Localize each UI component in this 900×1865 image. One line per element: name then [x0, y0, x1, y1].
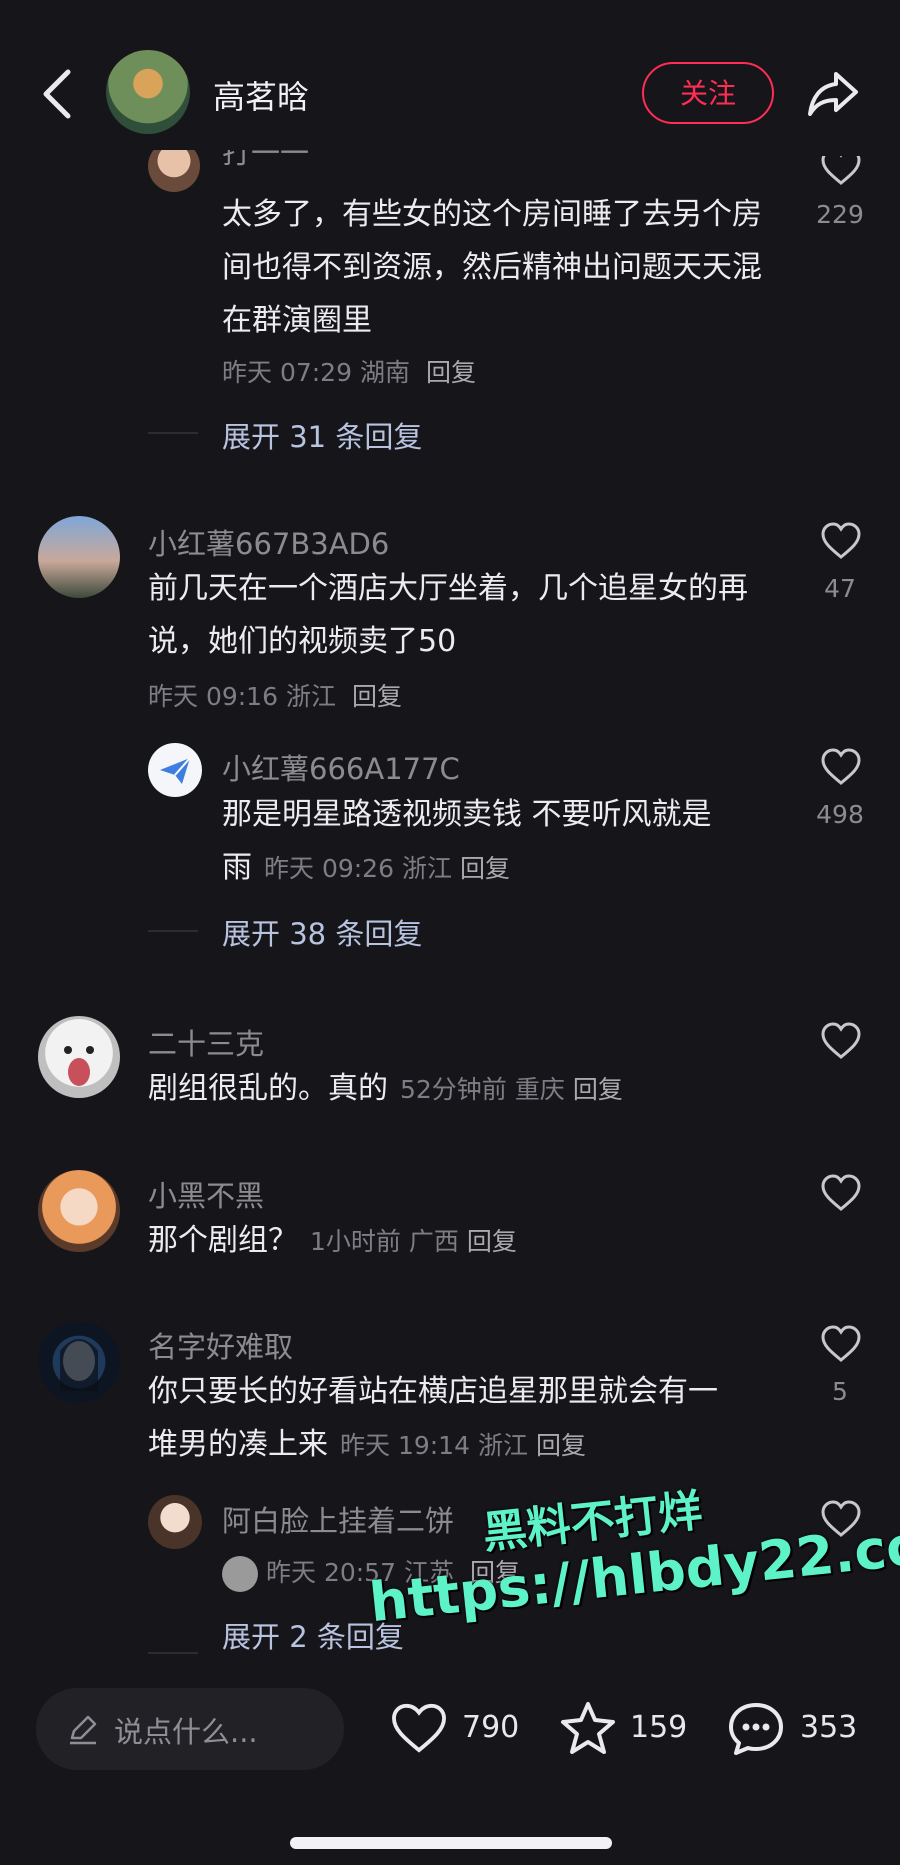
reply-button[interactable]: 回复	[460, 854, 510, 883]
heart-icon[interactable]	[820, 1022, 862, 1060]
like-count: 498	[816, 800, 864, 829]
expand-replies[interactable]: 展开 38 条回复	[222, 911, 422, 953]
comment-location: 广西	[408, 1227, 459, 1256]
comment-action[interactable]: 353	[726, 1688, 876, 1770]
comment-time: 1小时前	[310, 1227, 401, 1256]
heart-icon	[392, 1703, 446, 1753]
comment-username[interactable]: 名字好难取	[148, 1324, 293, 1366]
avatar[interactable]	[38, 1170, 120, 1252]
input-placeholder: 说点什么...	[114, 1715, 258, 1749]
sticker-icon	[222, 1556, 258, 1592]
comment-text-line-2: 堆男的凑上来 昨天 19:14 浙江 回复	[148, 1418, 788, 1472]
reply-button[interactable]: 回复	[467, 1227, 517, 1256]
reply-button[interactable]: 回复	[573, 1075, 623, 1104]
divider	[148, 930, 198, 932]
tongue-icon	[64, 1046, 94, 1086]
comment-input[interactable]: 说点什么...	[36, 1688, 344, 1770]
reply-button[interactable]: 回复	[536, 1431, 586, 1460]
comment-meta: 昨天 19:14 浙江 回复	[340, 1431, 594, 1460]
top-nav: 高茗晗 关注	[0, 0, 900, 150]
author-name[interactable]: 高茗晗	[213, 72, 309, 118]
comment-time: 昨天 19:14	[340, 1431, 470, 1460]
star-icon	[561, 1702, 615, 1754]
comment-text[interactable]: 太多了，有些女的这个房间睡了去另个房间也得不到资源，然后精神出问题天天混在群演圈…	[222, 188, 762, 347]
like-total: 790	[462, 1710, 520, 1745]
comment-location: 浙江	[402, 854, 453, 883]
comment-location: 浙江	[478, 1431, 529, 1460]
avatar[interactable]	[38, 1016, 120, 1098]
comment-text[interactable]: 前几天在一个酒店大厅坐着，几个追星女的再说，她们的视频卖了50	[148, 562, 778, 668]
comment-text[interactable]: 那个剧组？ 1小时前 广西 回复	[148, 1214, 788, 1268]
avatar[interactable]	[38, 1321, 120, 1403]
comment-meta: 昨天 09:26 浙江 回复	[264, 854, 518, 883]
heart-icon[interactable]	[820, 1174, 862, 1212]
share-icon[interactable]	[806, 68, 860, 118]
avatar[interactable]	[38, 516, 120, 598]
comment-username[interactable]: 小红薯666A177C	[222, 746, 460, 788]
divider	[148, 432, 198, 434]
comment-text-tail: 堆男的凑上来	[148, 1427, 328, 1462]
back-arrow-icon[interactable]	[38, 66, 78, 122]
comment-text-tail: 雨	[222, 850, 252, 885]
follow-button[interactable]: 关注	[642, 62, 774, 124]
like-action[interactable]: 790	[390, 1688, 530, 1770]
heart-icon[interactable]	[820, 748, 862, 786]
comment-text-body: 剧组很乱的。真的	[148, 1071, 388, 1106]
comment-text-line-2: 雨昨天 09:26 浙江 回复	[222, 841, 782, 895]
comment-meta: 52分钟前 重庆 回复	[400, 1075, 631, 1104]
comment-text[interactable]: 你只要长的好看站在横店追星那里就会有一 堆男的凑上来 昨天 19:14 浙江 回复	[148, 1365, 788, 1472]
comment-text-body: 那个剧组？	[148, 1223, 298, 1258]
expand-replies[interactable]: 展开 31 条回复	[222, 414, 422, 456]
pen-icon	[70, 1715, 97, 1745]
heart-icon[interactable]	[820, 148, 862, 186]
comment-time: 昨天 09:16	[148, 682, 278, 711]
heart-icon[interactable]	[820, 522, 862, 560]
comment-bubble-icon	[729, 1703, 783, 1755]
comment-text-line: 你只要长的好看站在横店追星那里就会有一	[148, 1374, 718, 1409]
comment-text[interactable]: 那是明星路透视频卖钱 不要听风就是 雨昨天 09:26 浙江 回复	[222, 788, 782, 895]
like-count: 5	[832, 1377, 848, 1406]
divider	[148, 1652, 198, 1654]
comment-meta: 昨天 07:29 湖南 回复	[222, 353, 484, 389]
comment-text-line: 那是明星路透视频卖钱 不要听风就是	[222, 797, 712, 832]
star-total: 159	[630, 1710, 688, 1745]
paper-plane-icon	[160, 757, 191, 784]
comment-text[interactable]: 剧组很乱的。真的 52分钟前 重庆 回复	[148, 1062, 788, 1116]
reply-button[interactable]: 回复	[426, 358, 476, 387]
comment-username[interactable]: 小黑不黑	[148, 1173, 264, 1215]
comment-time: 昨天 07:29	[222, 358, 352, 387]
avatar[interactable]	[148, 743, 202, 797]
heart-icon[interactable]	[820, 1325, 862, 1363]
avatar[interactable]	[148, 1495, 202, 1549]
comment-meta: 1小时前 广西 回复	[310, 1227, 525, 1256]
portrait-icon	[60, 1339, 98, 1391]
comment-location: 浙江	[286, 682, 337, 711]
reply-button[interactable]: 回复	[352, 682, 402, 711]
star-action[interactable]: 159	[558, 1688, 698, 1770]
comment-location: 重庆	[514, 1075, 565, 1104]
watermark: 黑料不打烊 https://hlbdy22.com	[360, 1446, 900, 1634]
comment-location: 湖南	[360, 358, 411, 387]
comment-time: 昨天 09:26	[264, 854, 394, 883]
comment-time: 52分钟前	[400, 1075, 507, 1104]
like-count: 229	[816, 200, 864, 229]
like-count: 47	[824, 574, 856, 603]
home-indicator[interactable]	[290, 1837, 612, 1849]
comment-meta: 昨天 09:16 浙江 回复	[148, 677, 410, 713]
author-avatar[interactable]	[106, 50, 190, 134]
comment-username[interactable]: 小红薯667B3AD6	[148, 521, 389, 563]
comment-total: 353	[800, 1710, 858, 1745]
comment-username[interactable]: 二十三克	[148, 1021, 264, 1063]
